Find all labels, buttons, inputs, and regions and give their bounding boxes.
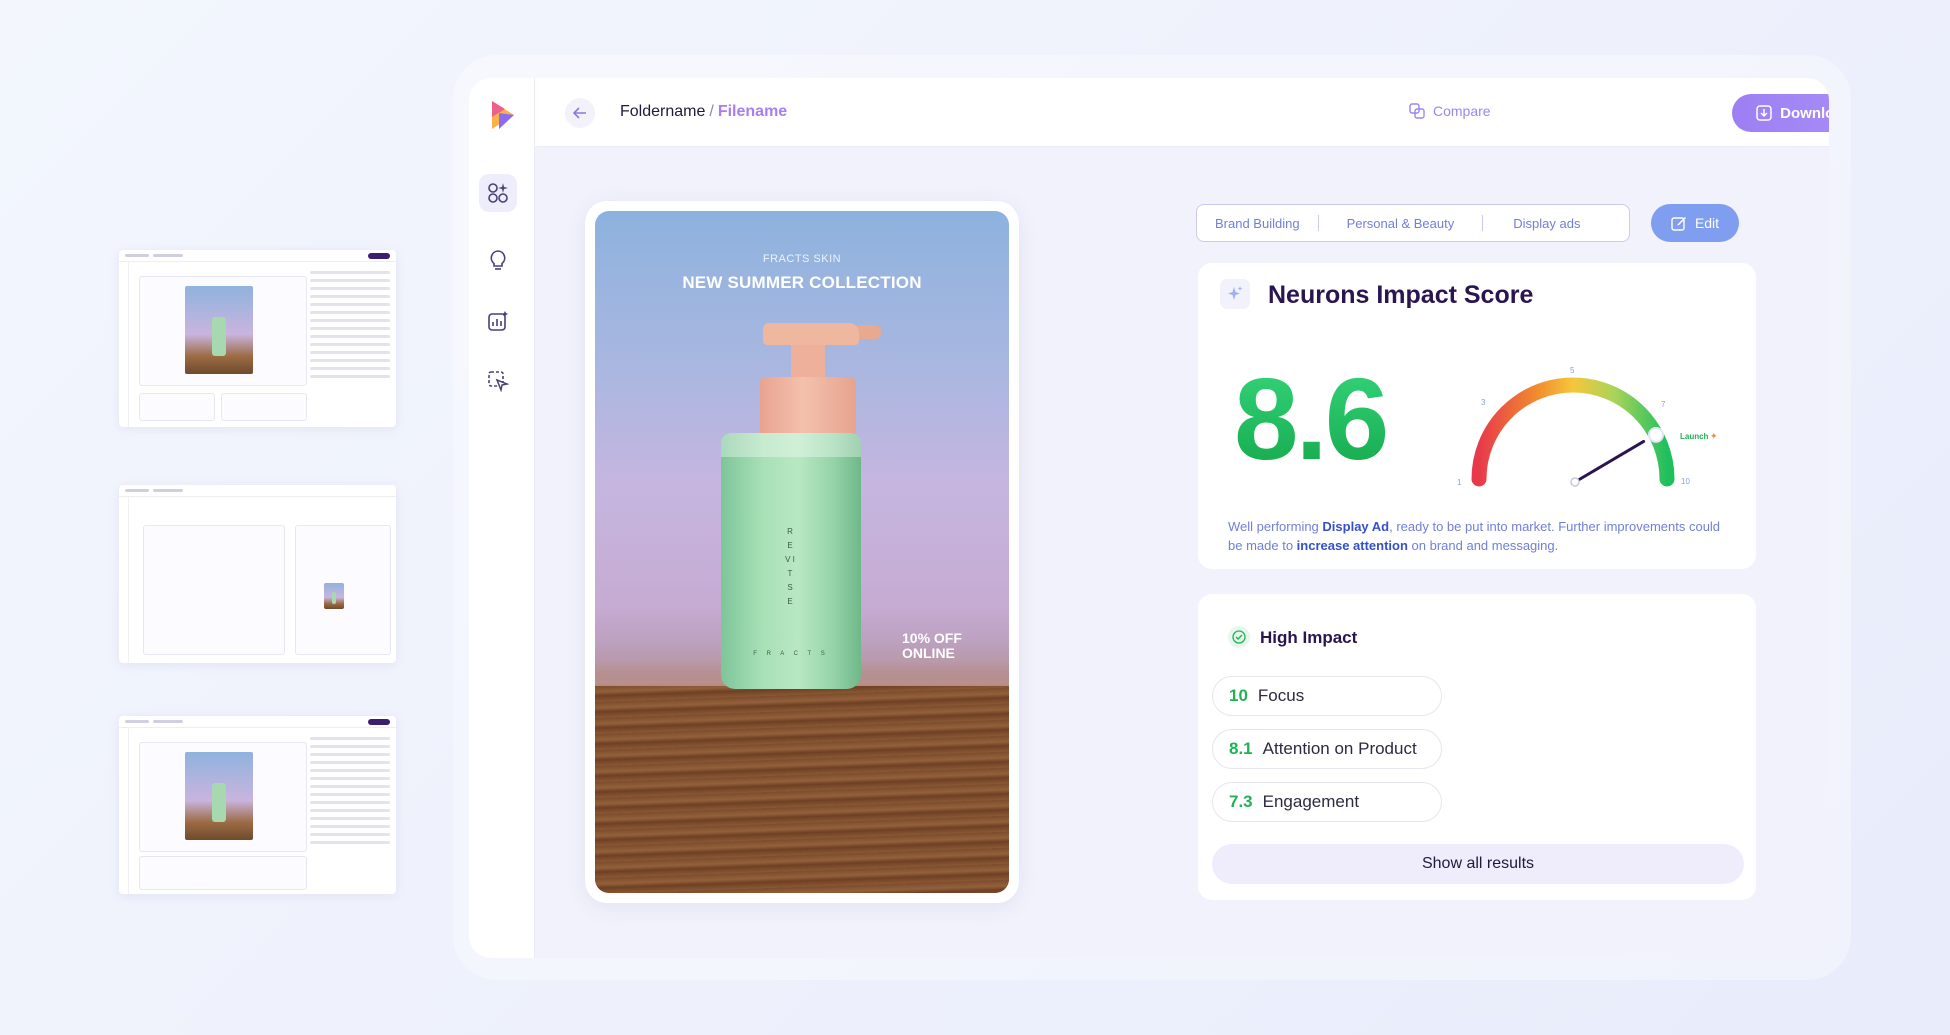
- show-all-results-button[interactable]: Show all results: [1212, 844, 1744, 884]
- impact-score-card: Neurons Impact Score 8.6 1 3 5 7 10 Laun…: [1198, 263, 1756, 569]
- check-circle-icon: [1228, 626, 1250, 648]
- metric-label: Engagement: [1262, 792, 1360, 811]
- thumbnail-ad-image: [324, 583, 344, 609]
- metric-value: 7.3: [1229, 792, 1253, 811]
- app-window: Foldername/Filename Compare Download FRA…: [469, 78, 1829, 958]
- thumbnail-toolbar: [119, 716, 396, 728]
- product-bottle: R E V I T S E F R A C T S: [721, 433, 861, 689]
- metric-value: 8.1: [1229, 739, 1253, 758]
- sidebar-item-apps[interactable]: [479, 174, 517, 212]
- impact-title: High Impact: [1260, 628, 1358, 647]
- ad-headline: NEW SUMMER COLLECTION: [682, 273, 922, 292]
- ad-brand-text: FRACTS SKIN: [762, 253, 842, 265]
- thumbnail-toolbar: [119, 485, 396, 497]
- sidebar: [469, 78, 535, 958]
- tag-display-ads[interactable]: Display ads: [1483, 216, 1610, 231]
- preview-thumbnail-2[interactable]: [119, 485, 396, 663]
- high-impact-card: High Impact 10 Focus 8.1 Attention on Pr…: [1198, 594, 1756, 900]
- ad-offer: 10% OFF ONLINE: [902, 631, 962, 661]
- breadcrumb: Foldername / Filename: [620, 103, 787, 121]
- preview-thumbnail-1[interactable]: [119, 250, 396, 427]
- thumbnail-table: [139, 856, 307, 890]
- sparkle-icon-box: [1220, 279, 1250, 309]
- edit-icon: [1671, 217, 1686, 231]
- thumbnail-panel: [308, 732, 392, 890]
- sidebar-item-insights[interactable]: [479, 241, 517, 279]
- edit-button[interactable]: Edit: [1651, 204, 1739, 242]
- edit-label: Edit: [1694, 215, 1720, 231]
- ad-offer-line-2: ONLINE: [902, 645, 955, 661]
- gauge-value-knob: [1647, 426, 1664, 443]
- ad-image[interactable]: FRACTS SKIN NEW SUMMER COLLECTION R E V …: [595, 211, 1009, 893]
- tag-personal-beauty[interactable]: Personal & Beauty: [1319, 216, 1483, 231]
- bottle-vertical-text: R E V I T S E: [785, 527, 795, 606]
- score-desc-bold-1: Display Ad: [1322, 519, 1390, 534]
- metric-value: 10: [1229, 686, 1248, 705]
- thumbnail-sidebar: [119, 262, 129, 427]
- score-desc-text-3: on brand and messaging.: [1407, 538, 1559, 553]
- top-bar: Foldername/Filename Compare Download: [535, 78, 1829, 147]
- select-cursor-icon: [488, 371, 509, 392]
- gauge-tick-10: 10: [1681, 477, 1690, 486]
- party-icon: ✦: [1710, 432, 1718, 442]
- metric-label: Attention on Product: [1262, 739, 1417, 758]
- score-value: 8.6: [1234, 354, 1389, 484]
- thumbnail-panel: [308, 266, 392, 423]
- gauge-tick-3: 3: [1481, 398, 1486, 407]
- bottle-cap: [760, 377, 856, 437]
- back-button[interactable]: [565, 98, 595, 128]
- compare-icon: [1409, 103, 1425, 119]
- metric-focus[interactable]: 10 Focus: [1212, 676, 1442, 716]
- ad-offer-line-1: 10% OFF: [902, 630, 962, 646]
- download-label: Download: [1780, 104, 1829, 122]
- gauge-hub: [1570, 477, 1580, 487]
- analytics-icon: [488, 311, 508, 331]
- bottle-pump-head: [763, 323, 859, 345]
- thumbnail-toolbar: [119, 250, 396, 262]
- thumbnail-sidebar: [119, 497, 129, 663]
- tag-brand-building[interactable]: Brand Building: [1197, 216, 1318, 231]
- compare-label: Compare: [1433, 103, 1491, 119]
- sidebar-item-select[interactable]: [479, 362, 517, 400]
- metric-label: Focus: [1257, 686, 1305, 705]
- metric-attention-on-product[interactable]: 8.1 Attention on Product: [1212, 729, 1442, 769]
- breadcrumb-file: Filename: [717, 103, 788, 120]
- gauge-tick-7: 7: [1661, 400, 1666, 409]
- bottle-brand-text: F R A C T S: [753, 651, 829, 657]
- gauge-tick-1: 1: [1457, 478, 1462, 487]
- download-icon: [1756, 105, 1772, 121]
- gauge-tick-5: 5: [1570, 366, 1575, 375]
- arrow-left-icon: [572, 107, 586, 119]
- thumbnail-metric-box: [139, 393, 215, 421]
- score-title: Neurons Impact Score: [1268, 281, 1534, 309]
- breadcrumb-separator: /: [709, 103, 714, 120]
- sidebar-item-analytics[interactable]: [479, 302, 517, 340]
- apps-sparkle-icon: [488, 183, 508, 203]
- app-logo: [492, 101, 514, 129]
- thumbnail-text-panel: [143, 525, 285, 655]
- thumbnail-sidebar: [119, 728, 129, 894]
- metric-engagement[interactable]: 7.3 Engagement: [1212, 782, 1442, 822]
- score-desc-bold-2: increase attention: [1296, 538, 1408, 553]
- bottle-highlight: [721, 433, 861, 457]
- ad-preview-card: FRACTS SKIN NEW SUMMER COLLECTION R E V …: [585, 201, 1019, 903]
- thumbnail-ad-image: [185, 286, 253, 374]
- lightbulb-icon: [490, 250, 506, 270]
- score-gauge: 1 3 5 7 10 Launch ✦: [1457, 366, 1718, 487]
- category-tags: Brand Building Personal & Beauty Display…: [1196, 204, 1630, 242]
- compare-button[interactable]: Compare: [1409, 103, 1491, 119]
- breadcrumb-folder[interactable]: Foldername: [620, 103, 705, 120]
- thumbnail-metric-box: [221, 393, 307, 421]
- ad-wood-surface: [595, 686, 1009, 893]
- bottle-pump-stem: [791, 345, 825, 379]
- score-desc-text-1: Well performing: [1228, 519, 1323, 534]
- preview-thumbnail-3[interactable]: [119, 716, 396, 894]
- gauge-launch-label: Launch: [1680, 432, 1709, 441]
- download-button[interactable]: Download: [1732, 94, 1829, 132]
- score-description: Well performing Display Ad, ready to be …: [1228, 517, 1728, 555]
- gauge-needle: [1573, 439, 1646, 484]
- sparkle-icon: [1228, 286, 1243, 300]
- thumbnail-ad-image: [185, 752, 253, 840]
- gauge-arc: [1471, 377, 1675, 487]
